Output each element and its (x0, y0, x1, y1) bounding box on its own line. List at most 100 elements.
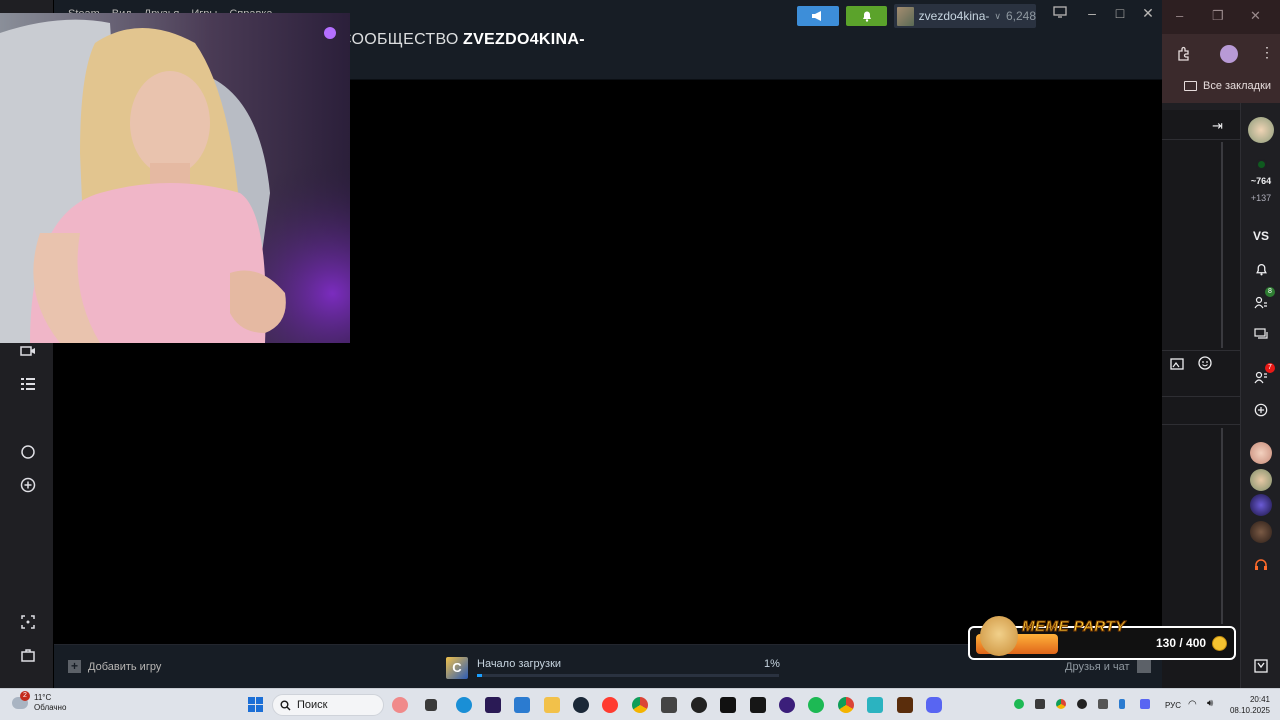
video-camera-icon[interactable] (18, 344, 38, 364)
app-icon[interactable] (897, 697, 913, 713)
obs-tray-icon[interactable] (1077, 699, 1087, 709)
user-account-menu[interactable]: zvezdo4kina- ∨ 6,248 (894, 4, 1036, 28)
spotify-tray-icon[interactable] (1014, 699, 1024, 709)
chrome-icon[interactable] (632, 697, 648, 713)
people-icon[interactable] (1241, 296, 1280, 312)
avatar[interactable] (1250, 442, 1272, 464)
wallet-balance: 6,248 (1005, 9, 1036, 23)
scrollbar[interactable] (1221, 142, 1223, 348)
friends-list-icon[interactable] (1241, 371, 1280, 387)
temperature: 11°C (34, 693, 52, 702)
announcements-button[interactable] (797, 6, 839, 26)
task-view-icon[interactable] (425, 699, 437, 711)
app-icon[interactable] (867, 697, 883, 713)
profile-avatar[interactable] (1220, 45, 1238, 63)
add-circle-icon[interactable] (1241, 403, 1280, 420)
download-status[interactable]: Начало загрузки (477, 658, 561, 670)
friends-chat-button[interactable]: Друзья и чат (1065, 660, 1151, 673)
download-progress-fill (477, 674, 482, 677)
time: 20:41 (1249, 695, 1270, 704)
language-indicator[interactable]: РУС (1165, 701, 1181, 710)
nav-profile[interactable]: ZVEZDO4KINA- (463, 31, 585, 49)
meme-party-widget[interactable]: MEME PARTY 130 / 400 (968, 616, 1236, 660)
windows-start-icon[interactable] (248, 697, 263, 712)
collapse-rail-icon[interactable] (1241, 659, 1280, 676)
minimize-icon[interactable]: – (1176, 8, 1183, 23)
app-icon[interactable] (779, 697, 795, 713)
search-box[interactable]: Поиск (272, 694, 384, 716)
weather-badge: 2 (20, 691, 30, 701)
restore-icon[interactable]: ❒ (1212, 8, 1224, 24)
big-picture-icon[interactable] (1050, 5, 1070, 21)
add-circle-icon[interactable] (18, 477, 38, 497)
premiere-icon[interactable] (485, 697, 501, 713)
obs-icon[interactable] (691, 697, 707, 713)
app-tray-icon[interactable] (1098, 699, 1108, 709)
chrome-icon[interactable] (838, 697, 854, 713)
chat-icon (1136, 660, 1151, 673)
scrollbar[interactable] (1221, 428, 1223, 624)
avatar[interactable] (1250, 521, 1272, 543)
search-placeholder: Поиск (297, 699, 328, 711)
nav-community[interactable]: СООБЩЕСТВО (340, 31, 459, 49)
app-icon[interactable] (514, 697, 530, 713)
close-icon[interactable]: ✕ (1250, 8, 1261, 24)
collapse-icon[interactable]: ⇥ (1212, 118, 1223, 134)
yandex-icon[interactable] (602, 697, 618, 713)
avatar[interactable] (1250, 469, 1272, 491)
discord-icon[interactable] (926, 697, 942, 713)
nvidia-tray-icon[interactable] (1035, 699, 1045, 709)
steam-icon[interactable] (573, 697, 589, 713)
notifications-button[interactable] (846, 6, 887, 26)
file-explorer-icon[interactable] (544, 697, 560, 713)
doge-icon (980, 616, 1018, 656)
bluetooth-icon[interactable] (1119, 699, 1125, 709)
image-icon[interactable] (1170, 357, 1184, 375)
briefcase-icon[interactable] (18, 647, 38, 667)
avatar[interactable] (1248, 117, 1274, 143)
chat-panel: ⇥ (1162, 110, 1240, 688)
divider (1162, 350, 1240, 351)
bell-icon[interactable] (1241, 263, 1280, 279)
divider (1162, 424, 1240, 425)
copilot-icon[interactable] (392, 697, 408, 713)
avatar[interactable] (1250, 494, 1272, 516)
volume-icon[interactable]: 🔊︎ (1207, 698, 1213, 709)
notification-badge: 8 (1265, 287, 1275, 297)
bell-icon (862, 11, 871, 22)
download-percent: 1% (764, 658, 780, 670)
capcut-icon[interactable] (720, 697, 736, 713)
hexagon-icon[interactable] (18, 444, 38, 464)
focus-icon[interactable] (18, 614, 38, 634)
add-game-label: Добавить игру (88, 660, 162, 673)
shield-icon[interactable] (661, 697, 677, 713)
extensions-icon[interactable] (1176, 46, 1192, 67)
all-bookmarks[interactable]: Все закладки (1184, 80, 1271, 92)
meme-count: 130 / 400 (1156, 636, 1207, 650)
game-icon[interactable]: C (446, 657, 468, 679)
search-icon (280, 700, 291, 710)
close-icon[interactable]: ✕ (1138, 5, 1158, 22)
minimize-icon[interactable]: – (1082, 5, 1102, 21)
viewer-delta: +137 (1250, 193, 1272, 203)
more-menu-icon[interactable]: ⋮ (1260, 44, 1274, 61)
browser-toolbar: – ❒ ✕ ⋮ Все закладки (1162, 0, 1280, 103)
clock[interactable]: 20:41 08.10.2025 (1226, 694, 1270, 716)
chrome-tray-icon[interactable] (1056, 699, 1066, 709)
emoji-icon[interactable] (1198, 356, 1212, 375)
plus-icon: + (68, 660, 81, 673)
app-icon[interactable] (750, 697, 766, 713)
add-game-button[interactable]: + Добавить игру (68, 660, 161, 673)
vs-label[interactable]: VS (1241, 229, 1280, 243)
browser-tab-strip: – ❒ ✕ (1162, 0, 1280, 34)
headphones-icon[interactable] (1241, 558, 1280, 574)
date: 08.10.2025 (1229, 706, 1270, 715)
whispers-icon[interactable] (1241, 328, 1280, 344)
weather-widget[interactable]: 2 11°C Облачно (12, 691, 66, 713)
maximize-icon[interactable]: □ (1110, 5, 1130, 21)
wifi-icon[interactable]: ◠ (1188, 699, 1197, 710)
list-icon[interactable] (18, 377, 38, 397)
edge-icon[interactable] (456, 697, 472, 713)
discord-tray-icon[interactable] (1140, 699, 1150, 709)
spotify-icon[interactable] (808, 697, 824, 713)
